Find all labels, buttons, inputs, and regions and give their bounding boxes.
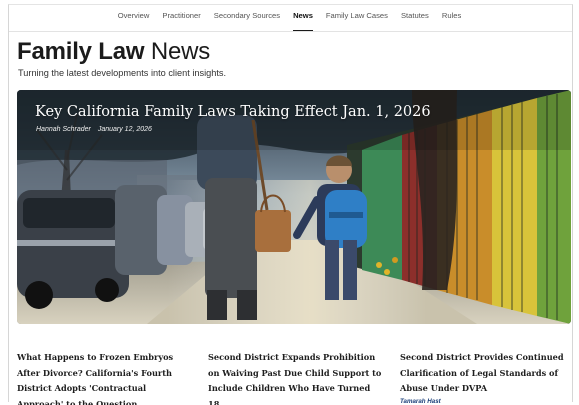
nav-practitioner[interactable]: Practitioner <box>156 8 207 28</box>
article-title[interactable]: Second District Expands Prohibition on W… <box>208 350 388 405</box>
hero-date: January 12, 2026 <box>97 126 152 133</box>
nav-family-law-cases[interactable]: Family Law Cases <box>319 8 394 28</box>
nav-overview[interactable]: Overview <box>111 8 156 28</box>
top-navigation: Overview Practitioner Secondary Sources … <box>0 8 579 32</box>
article-card[interactable]: Second District Provides Continued Clari… <box>400 350 572 405</box>
nav-secondary-sources[interactable]: Secondary Sources <box>207 8 286 28</box>
page-title: Family Law News <box>17 38 210 66</box>
article-card[interactable]: Second District Expands Prohibition on W… <box>208 350 388 405</box>
hero-article-card[interactable]: Key California Family Laws Taking Effect… <box>17 90 571 324</box>
hero-meta: Hannah Schrader January 12, 2026 <box>36 126 157 133</box>
article-title[interactable]: What Happens to Frozen Embryos After Div… <box>17 350 197 405</box>
page-title-light: News <box>150 38 211 65</box>
nav-statutes[interactable]: Statutes <box>394 8 435 28</box>
hero-author[interactable]: Hannah Schrader <box>36 126 91 133</box>
page-tagline: Turning the latest developments into cli… <box>18 68 227 78</box>
nav-rules[interactable]: Rules <box>435 8 467 28</box>
article-title[interactable]: Second District Provides Continued Clari… <box>400 350 572 397</box>
article-author[interactable]: Tamarah Hast <box>400 398 572 405</box>
nav-news[interactable]: News <box>287 8 320 32</box>
nav-divider <box>9 31 572 32</box>
article-card[interactable]: What Happens to Frozen Embryos After Div… <box>17 350 197 405</box>
page-title-bold: Family Law <box>17 38 145 65</box>
hero-title[interactable]: Key California Family Laws Taking Effect… <box>35 104 431 120</box>
